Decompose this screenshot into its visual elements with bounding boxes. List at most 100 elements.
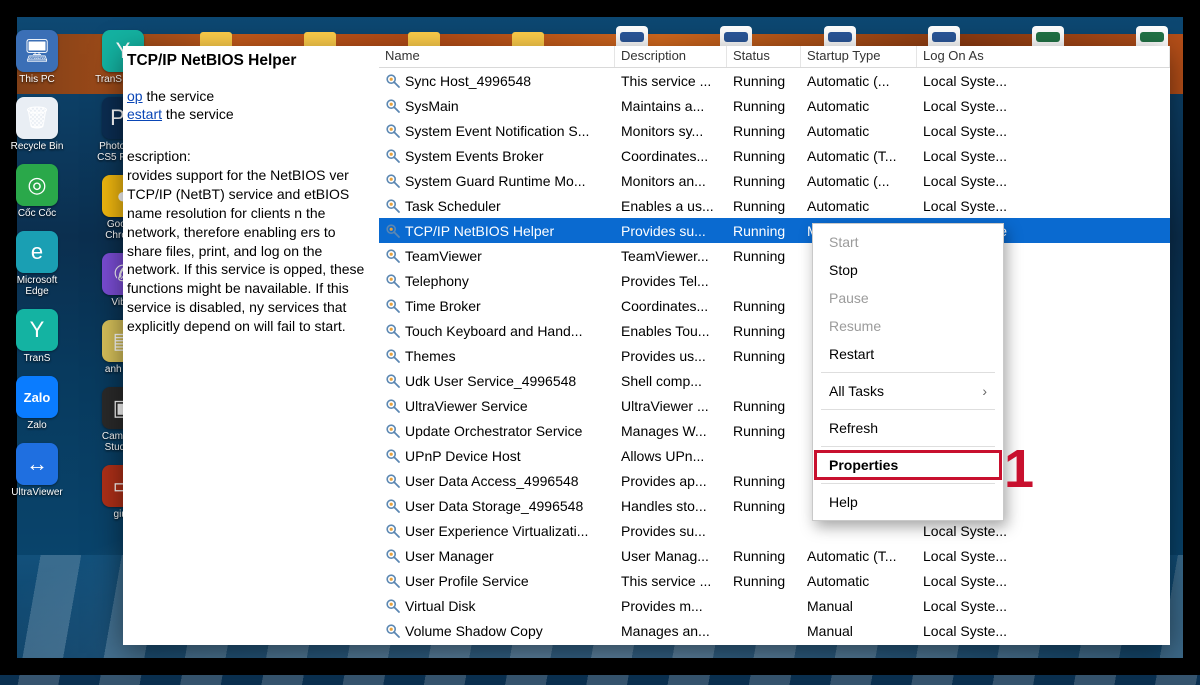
menu-separator xyxy=(821,409,995,410)
service-status: Running xyxy=(727,573,801,589)
service-name: Themes xyxy=(405,348,456,364)
service-row[interactable]: Virtual DiskProvides m...ManualLocal Sys… xyxy=(379,593,1170,618)
service-description: Manages an... xyxy=(615,623,727,639)
desktop-icon[interactable]: 🗑 Recycle Bin xyxy=(6,97,68,152)
service-description: Coordinates... xyxy=(615,148,727,164)
service-row[interactable]: User Profile ServiceThis service ...Runn… xyxy=(379,568,1170,593)
services-rows: Sync Host_4996548This service ...Running… xyxy=(379,68,1170,645)
service-name: User Data Storage_4996548 xyxy=(405,498,583,514)
service-row[interactable]: Update Orchestrator ServiceManages W...R… xyxy=(379,418,1170,443)
menu-item-properties[interactable]: Properties xyxy=(815,451,1001,479)
service-row[interactable]: UPnP Device HostAllows UPn...o... xyxy=(379,443,1170,468)
menu-item-help[interactable]: Help xyxy=(815,488,1001,516)
service-row[interactable]: User ManagerUser Manag...RunningAutomati… xyxy=(379,543,1170,568)
service-row[interactable]: System Events BrokerCoordinates...Runnin… xyxy=(379,143,1170,168)
col-log-on-as[interactable]: Log On As xyxy=(917,46,1170,67)
service-row[interactable]: TelephonyProvides Tel...... xyxy=(379,268,1170,293)
service-description: Manages W... xyxy=(615,423,727,439)
menu-item-pause: Pause xyxy=(815,284,1001,312)
stop-service-link[interactable]: op xyxy=(127,88,143,104)
col-status[interactable]: Status xyxy=(727,46,801,67)
desktop-icon-label: Zalo xyxy=(27,420,46,431)
service-logon: Local Syste... xyxy=(917,523,1170,539)
service-logon: Local Syste... xyxy=(917,73,1170,89)
col-description[interactable]: Description xyxy=(615,46,727,67)
col-startup-type[interactable]: Startup Type xyxy=(801,46,917,67)
service-gear-icon xyxy=(385,148,401,164)
app-icon: 🗑 xyxy=(16,97,58,139)
service-row[interactable]: Time BrokerCoordinates...Runningice xyxy=(379,293,1170,318)
service-gear-icon xyxy=(385,473,401,489)
service-logon: Local Syste... xyxy=(917,148,1170,164)
service-row[interactable]: User Data Storage_4996548Handles sto...R… xyxy=(379,493,1170,518)
desktop-icon[interactable]: ZaloZalo xyxy=(6,376,68,431)
menu-item-restart[interactable]: Restart xyxy=(815,340,1001,368)
service-logon: Local Syste... xyxy=(917,123,1170,139)
app-icon: Y xyxy=(16,309,58,351)
service-row[interactable]: ThemesProvides us...Running... xyxy=(379,343,1170,368)
service-row[interactable]: UltraViewer ServiceUltraViewer ...Runnin… xyxy=(379,393,1170,418)
desktop-icon[interactable]: Y TranS xyxy=(6,309,68,364)
service-row[interactable]: System Guard Runtime Mo...Monitors an...… xyxy=(379,168,1170,193)
desktop-icon[interactable]: ◎Cốc Cốc xyxy=(6,164,68,219)
desktop-icon[interactable]: ↔UltraViewer xyxy=(6,443,68,498)
service-description: Provides us... xyxy=(615,348,727,364)
desktop-icon-label: TranS xyxy=(24,353,51,364)
service-gear-icon xyxy=(385,248,401,264)
service-description: Provides ap... xyxy=(615,473,727,489)
service-row[interactable]: TeamViewerTeamViewer...Runninge... xyxy=(379,243,1170,268)
service-startup-type: Automatic (T... xyxy=(801,148,917,164)
service-status: Running xyxy=(727,298,801,314)
service-logon: Local Syste... xyxy=(917,623,1170,639)
service-startup-type: Automatic xyxy=(801,198,917,214)
desktop-icon-label: Recycle Bin xyxy=(11,141,64,152)
menu-item-stop[interactable]: Stop xyxy=(815,256,1001,284)
selected-service-title: TCP/IP NetBIOS Helper xyxy=(127,52,373,70)
app-icon: ↔ xyxy=(16,443,58,485)
service-row[interactable]: System Event Notification S...Monitors s… xyxy=(379,118,1170,143)
menu-item-all-tasks[interactable]: All Tasks xyxy=(815,377,1001,405)
service-name: UPnP Device Host xyxy=(405,448,521,464)
service-row[interactable]: SysMainMaintains a...RunningAutomaticLoc… xyxy=(379,93,1170,118)
service-row[interactable]: Volume Shadow CopyManages an...ManualLoc… xyxy=(379,618,1170,643)
menu-item-refresh[interactable]: Refresh xyxy=(815,414,1001,442)
menu-separator xyxy=(821,446,995,447)
service-context-menu: StartStopPauseResumeRestartAll TasksRefr… xyxy=(812,223,1004,521)
service-gear-icon xyxy=(385,398,401,414)
service-row[interactable]: TCP/IP NetBIOS HelperProvides su...Runni… xyxy=(379,218,1170,243)
service-description: This service ... xyxy=(615,573,727,589)
menu-item-start: Start xyxy=(815,228,1001,256)
service-name: System Guard Runtime Mo... xyxy=(405,173,586,189)
service-gear-icon xyxy=(385,223,401,239)
service-gear-icon xyxy=(385,348,401,364)
services-window: TCP/IP NetBIOS Helper op the service est… xyxy=(123,46,1170,645)
desktop-icon[interactable]: 🖥This PC xyxy=(6,30,68,85)
service-row[interactable]: Touch Keyboard and Hand...Enables Tou...… xyxy=(379,318,1170,343)
service-description: Provides Tel... xyxy=(615,273,727,289)
services-list-pane: Name Description Status Startup Type Log… xyxy=(379,46,1170,645)
service-gear-icon xyxy=(385,273,401,289)
service-gear-icon xyxy=(385,548,401,564)
desktop-icon[interactable]: eMicrosoft Edge xyxy=(6,231,68,297)
restart-service-link[interactable]: estart xyxy=(127,106,162,122)
service-name: Time Broker xyxy=(405,298,481,314)
service-row[interactable]: Udk User Service_4996548Shell comp... xyxy=(379,368,1170,393)
service-name: Sync Host_4996548 xyxy=(405,73,531,89)
service-status: Running xyxy=(727,498,801,514)
service-gear-icon xyxy=(385,173,401,189)
service-startup-type: Automatic xyxy=(801,123,917,139)
col-name[interactable]: Name xyxy=(379,46,615,67)
service-name: Telephony xyxy=(405,273,469,289)
service-row[interactable]: Task SchedulerEnables a us...RunningAuto… xyxy=(379,193,1170,218)
service-gear-icon xyxy=(385,323,401,339)
service-row[interactable]: User Data Access_4996548Provides ap...Ru… xyxy=(379,468,1170,493)
service-name: Task Scheduler xyxy=(405,198,501,214)
service-description: Provides su... xyxy=(615,523,727,539)
service-row[interactable]: Sync Host_4996548This service ...Running… xyxy=(379,68,1170,93)
service-startup-type: Automatic xyxy=(801,98,917,114)
services-column-headers[interactable]: Name Description Status Startup Type Log… xyxy=(379,46,1170,68)
service-logon: Local Syste... xyxy=(917,98,1170,114)
service-row[interactable]: User Experience Virtualizati...Provides … xyxy=(379,518,1170,543)
service-logon: Local Syste... xyxy=(917,598,1170,614)
service-startup-type: Automatic xyxy=(801,573,917,589)
